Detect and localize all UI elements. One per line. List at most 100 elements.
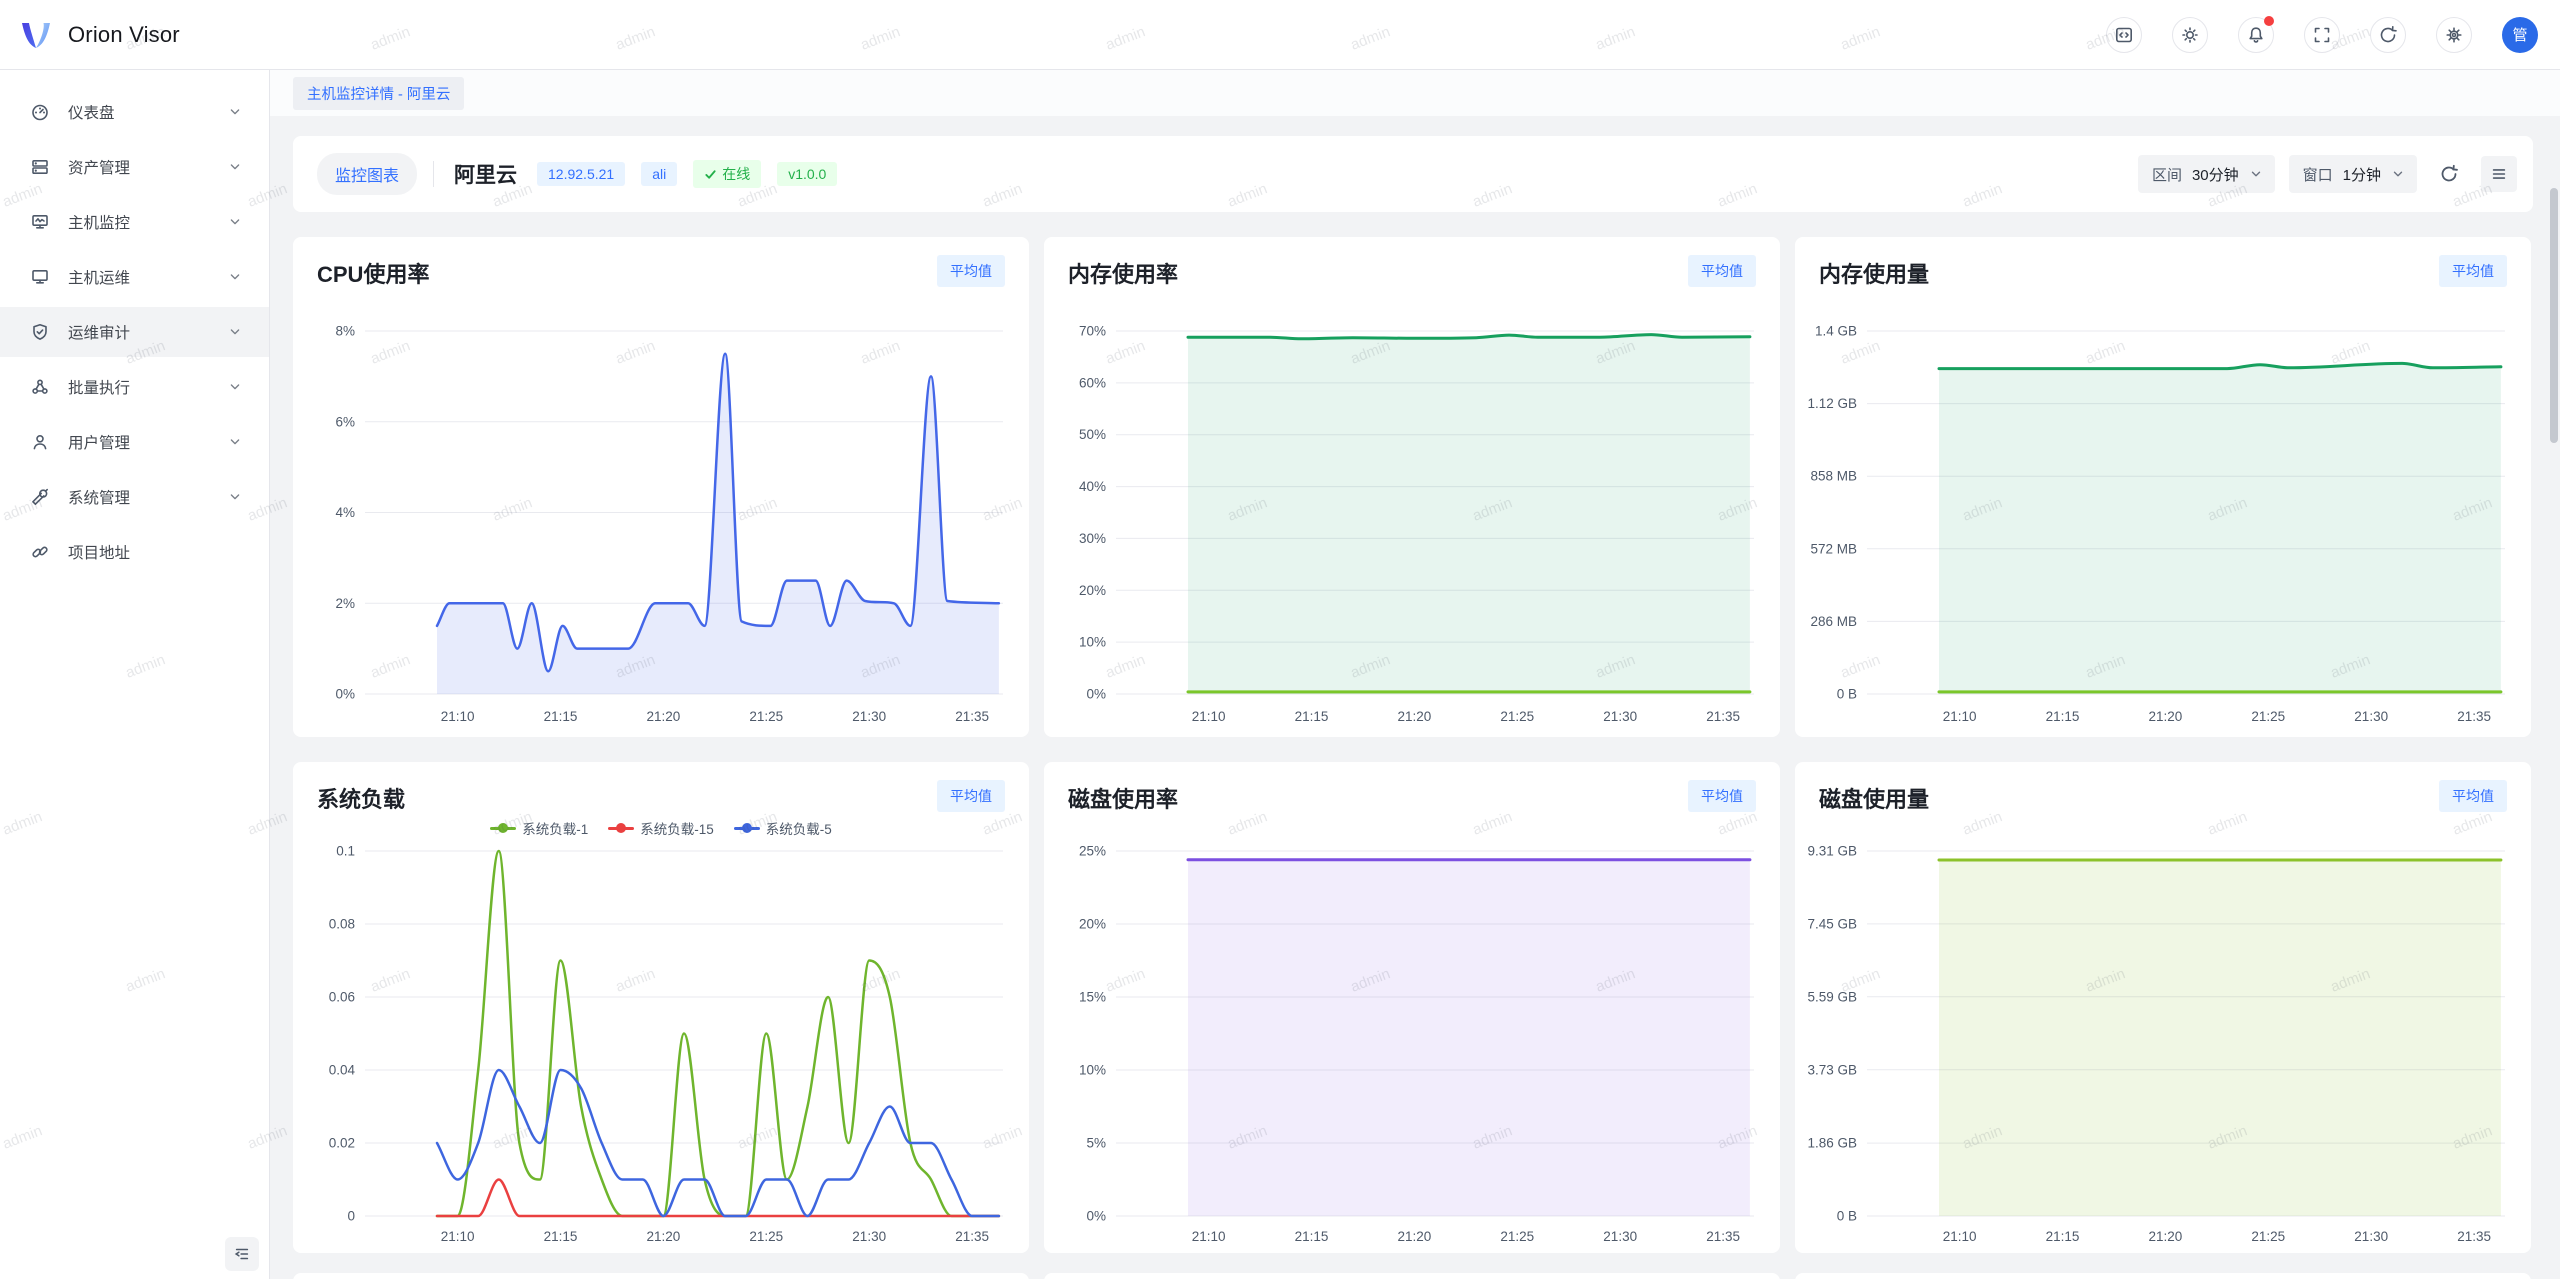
chevron-down-icon [227,379,243,395]
window-value: 1分钟 [2343,164,2381,185]
sidebar-item-user[interactable]: 用户管理 [0,417,269,467]
svg-text:2%: 2% [335,596,355,611]
window-select[interactable]: 窗口 1分钟 [2289,155,2417,193]
chart-canvas[interactable]: 0%2%4%6%8%21:1021:1521:2021:2521:3021:35 [293,237,1029,737]
sidebar-item-label: 资产管理 [68,156,227,178]
sidebar-item-audit-shield[interactable]: 运维审计 [0,307,269,357]
host-header-card: 监控图表 阿里云 12.92.5.21 ali 在线 v1.0.0 区间 30分… [293,136,2533,212]
svg-text:10%: 10% [1079,1063,1106,1078]
svg-text:0: 0 [347,1209,355,1224]
range-value: 30分钟 [2192,164,2239,185]
dashboard-icon [30,102,50,122]
svg-text:21:25: 21:25 [1500,709,1534,724]
svg-text:21:30: 21:30 [2354,709,2388,724]
audit-shield-icon [30,322,50,342]
chart-canvas[interactable]: 0 B286 MB572 MB858 MB1.12 GB1.4 GB21:102… [1795,237,2531,737]
svg-text:20%: 20% [1079,583,1106,598]
sidebar-item-label: 用户管理 [68,431,227,453]
svg-text:15%: 15% [1079,990,1106,1005]
svg-text:21:15: 21:15 [1295,1229,1329,1244]
link-icon [30,542,50,562]
host-status-text: 在线 [722,164,750,184]
notifications-button[interactable] [2238,17,2274,53]
svg-text:21:15: 21:15 [2046,1229,2080,1244]
sidebar-item-batch-exec[interactable]: 批量执行 [0,362,269,412]
sidebar-item-label: 系统管理 [68,486,227,508]
sidebar-item-link[interactable]: 项目地址 [0,527,269,577]
scrollbar-thumb[interactable] [2550,188,2558,443]
svg-text:21:20: 21:20 [1398,1229,1432,1244]
svg-text:21:15: 21:15 [1295,709,1329,724]
svg-text:21:20: 21:20 [647,1229,681,1244]
chart-layout-button[interactable] [2481,156,2517,192]
svg-text:0.06: 0.06 [329,990,355,1005]
refresh-icon [2378,25,2398,45]
chart-card-5: 磁盘使用量平均值0 B1.86 GB3.73 GB5.59 GB7.45 GB9… [1795,762,2531,1253]
chart-canvas[interactable]: 0%10%20%30%40%50%60%70%21:1021:1521:2021… [1044,237,1780,737]
user-avatar[interactable]: 管 [2502,17,2538,53]
chart-canvas[interactable]: 0 B1.86 GB3.73 GB5.59 GB7.45 GB9.31 GB21… [1795,762,2531,1253]
chevron-down-icon [227,159,243,175]
svg-text:572 MB: 572 MB [1810,541,1857,556]
chart-canvas[interactable]: 0%5%10%15%20%25%21:1021:1521:2021:2521:3… [1044,762,1780,1253]
code-button[interactable] [2106,17,2142,53]
svg-text:0%: 0% [335,687,355,702]
svg-text:20%: 20% [1079,917,1106,932]
fullscreen-icon [2312,25,2332,45]
breadcrumb-bar: 主机监控详情 - 阿里云 [270,70,2560,116]
svg-text:1.12 GB: 1.12 GB [1807,396,1857,411]
svg-text:286 MB: 286 MB [1810,614,1857,629]
refresh-charts-button[interactable] [2431,156,2467,192]
logo-icon [16,15,56,55]
theme-button[interactable] [2172,17,2208,53]
user-icon [30,432,50,452]
svg-text:21:20: 21:20 [2149,709,2183,724]
svg-text:0.1: 0.1 [336,844,355,859]
sidebar-item-label: 主机运维 [68,266,227,288]
host-monitor-icon [30,212,50,232]
svg-text:5.59 GB: 5.59 GB [1807,989,1857,1004]
sidebar-item-system[interactable]: 系统管理 [0,472,269,522]
sidebar-item-label: 批量执行 [68,376,227,398]
navbar-actions: 管 [2106,17,2538,53]
svg-text:0.08: 0.08 [329,917,355,932]
svg-text:21:15: 21:15 [544,709,578,724]
svg-text:21:25: 21:25 [749,709,783,724]
chevron-down-icon [227,269,243,285]
code-icon [2114,25,2134,45]
tab-monitor-charts[interactable]: 监控图表 [317,153,417,195]
chart-card-4: 磁盘使用率平均值0%5%10%15%20%25%21:1021:1521:202… [1044,762,1780,1253]
svg-text:21:25: 21:25 [2251,709,2285,724]
svg-text:21:25: 21:25 [2251,1229,2285,1244]
sidebar-item-host-ops[interactable]: 主机运维 [0,252,269,302]
svg-text:0.04: 0.04 [329,1063,356,1078]
svg-text:30%: 30% [1079,531,1106,546]
sidebar-item-dashboard[interactable]: 仪表盘 [0,87,269,137]
svg-text:21:30: 21:30 [1603,709,1637,724]
fullscreen-button[interactable] [2304,17,2340,53]
sidebar-item-host-monitor[interactable]: 主机监控 [0,197,269,247]
next-row-preview [293,1273,2533,1279]
range-label: 区间 [2152,164,2182,185]
sidebar-collapse-button[interactable] [225,1237,259,1271]
svg-text:1.4 GB: 1.4 GB [1815,324,1857,339]
sidebar-item-label: 主机监控 [68,211,227,233]
sidebar-menu: 仪表盘资产管理主机监控主机运维运维审计批量执行用户管理系统管理项目地址 [0,87,269,577]
settings-icon [2444,25,2464,45]
sidebar-item-label: 仪表盘 [68,101,227,123]
sidebar-item-assets[interactable]: 资产管理 [0,142,269,192]
svg-text:21:30: 21:30 [2354,1229,2388,1244]
host-name: 阿里云 [454,159,517,189]
svg-text:0 B: 0 B [1837,687,1857,702]
settings-button[interactable] [2436,17,2472,53]
refresh-button[interactable] [2370,17,2406,53]
svg-text:25%: 25% [1079,844,1106,859]
chevron-down-icon [227,214,243,230]
chart-canvas[interactable]: 00.020.040.060.080.121:1021:1521:2021:25… [293,762,1029,1253]
range-select[interactable]: 区间 30分钟 [2138,155,2275,193]
svg-text:0%: 0% [1086,1209,1106,1224]
divider [433,161,434,187]
breadcrumb[interactable]: 主机监控详情 - 阿里云 [293,77,464,110]
host-ip-badge: 12.92.5.21 [537,162,625,186]
content: 监控图表 阿里云 12.92.5.21 ali 在线 v1.0.0 区间 30分… [270,116,2560,1279]
